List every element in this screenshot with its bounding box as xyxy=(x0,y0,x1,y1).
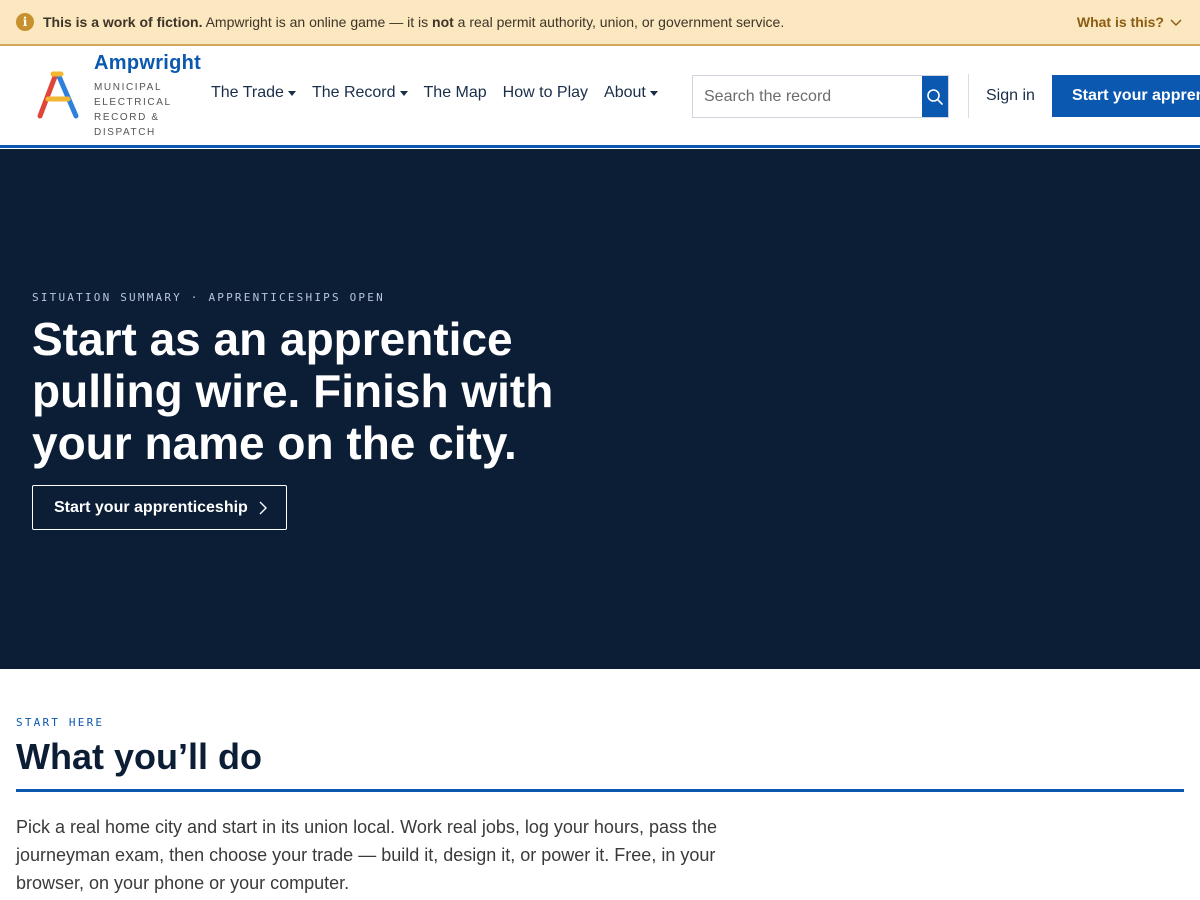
site-header: Ampwright MUNICIPAL ELECTRICAL RECORD & … xyxy=(0,46,1200,148)
search-icon xyxy=(927,88,943,105)
fiction-lead: This is a work of fiction. xyxy=(43,14,203,30)
what-is-this-link[interactable]: What is this? xyxy=(1077,0,1182,44)
hero-title: Start as an apprentice pulling wire. Fin… xyxy=(32,313,554,469)
main-nav: The Trade The Record The Map How to Play… xyxy=(211,84,674,102)
hero-button-label: Start your apprenticeship xyxy=(54,498,248,516)
hero-eyebrow: SITUATION SUMMARY · APPRENTICESHIPS OPEN xyxy=(32,291,385,304)
header-divider xyxy=(968,74,969,118)
sign-in-link[interactable]: Sign in xyxy=(986,87,1035,105)
hero: SITUATION SUMMARY · APPRENTICESHIPS OPEN… xyxy=(0,149,1200,669)
caret-down-icon xyxy=(399,90,408,96)
brand-tagline: MUNICIPAL ELECTRICAL RECORD & DISPATCH xyxy=(94,82,172,138)
start-apprenticeship-hero-button[interactable]: Start your apprenticeship xyxy=(32,485,287,530)
nav-label: The Map xyxy=(423,84,487,101)
nav-item-the-trade[interactable]: The Trade xyxy=(211,84,296,102)
start-here-title: What you’ll do xyxy=(16,736,262,777)
nav-label: How to Play xyxy=(502,84,589,101)
search-button[interactable] xyxy=(922,76,948,117)
nav-item-how-to-play[interactable]: How to Play xyxy=(503,84,588,102)
caret-down-icon xyxy=(287,90,296,96)
nav-item-about[interactable]: About xyxy=(604,84,658,102)
nav-item-the-map[interactable]: The Map xyxy=(424,84,487,102)
nav-item-the-record[interactable]: The Record xyxy=(312,84,408,102)
chevron-down-icon xyxy=(1170,19,1182,26)
fiction-message: This is a work of fiction. Ampwright is … xyxy=(43,14,784,30)
nav-label: The Record xyxy=(311,84,396,101)
brand-name[interactable]: Ampwright xyxy=(94,52,201,75)
info-icon: i xyxy=(16,13,34,31)
section-divider xyxy=(16,789,1184,792)
what-is-this-label: What is this? xyxy=(1076,14,1164,30)
fiction-banner: i This is a work of fiction. Ampwright i… xyxy=(0,0,1200,46)
fiction-emphasis: not xyxy=(432,14,454,30)
search-box xyxy=(692,75,949,118)
fiction-text-before: Ampwright is an online game — it is xyxy=(202,14,433,30)
caret-down-icon xyxy=(649,90,658,96)
start-apprenticeship-header-button[interactable]: Start your apprenticeship xyxy=(1052,75,1200,117)
nav-label: About xyxy=(604,84,646,101)
fiction-text-after: a real permit authority, union, or gover… xyxy=(453,14,785,30)
chevron-right-icon xyxy=(259,501,267,514)
start-here-eyebrow: START HERE xyxy=(16,716,105,729)
start-here-body: Pick a real home city and start in its u… xyxy=(16,817,717,893)
nav-label: The Trade xyxy=(211,84,284,101)
search-input[interactable] xyxy=(693,76,922,117)
ampwright-logo-icon[interactable] xyxy=(36,70,80,120)
